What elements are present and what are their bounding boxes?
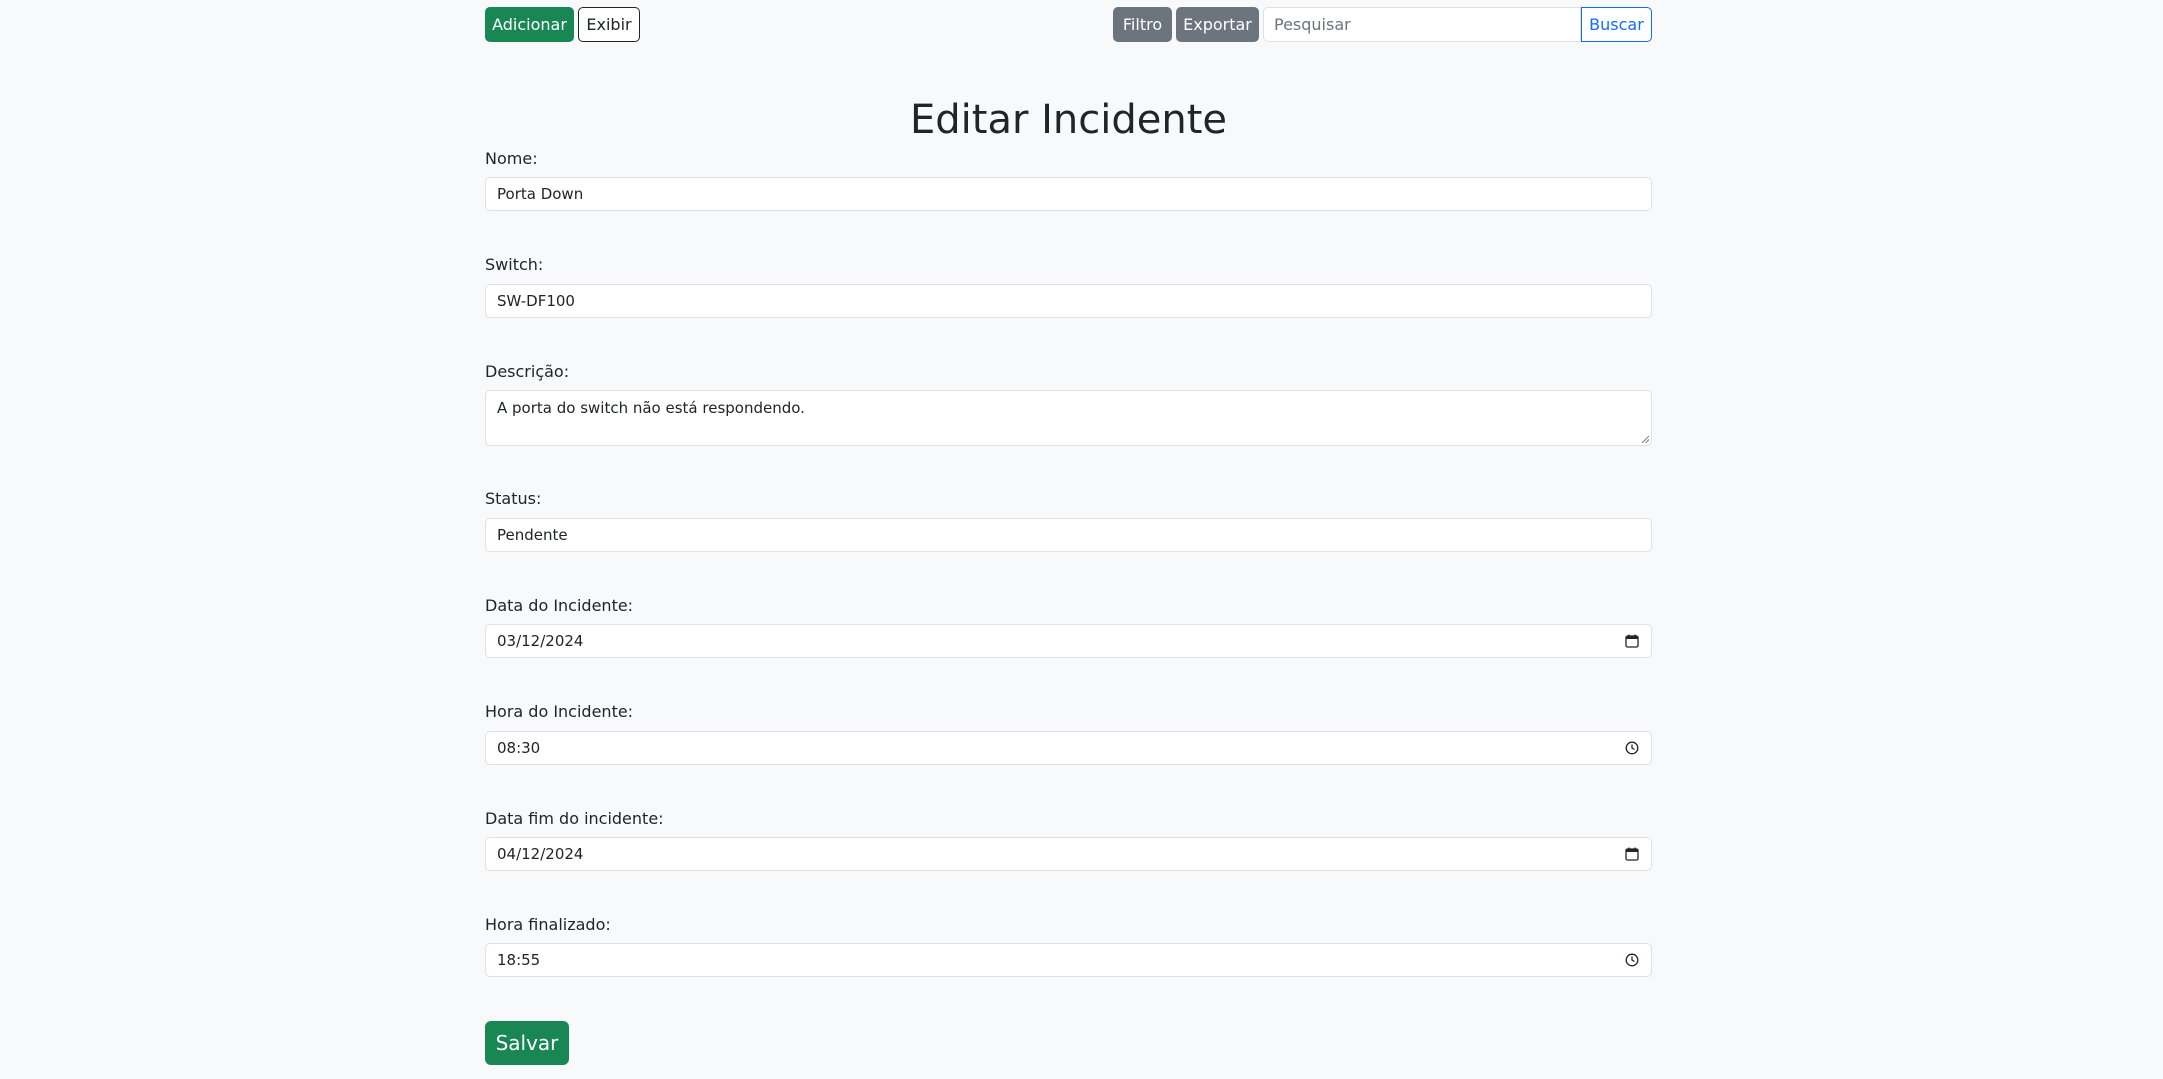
hora-finalizado-value: 18:55 xyxy=(497,951,541,969)
add-button[interactable]: Adicionar xyxy=(485,7,574,42)
resize-handle-icon[interactable] xyxy=(1641,435,1649,443)
top-toolbar: Adicionar Exibir Filtro Exportar Buscar xyxy=(485,0,1652,50)
calendar-icon[interactable] xyxy=(1625,634,1639,648)
show-button[interactable]: Exibir xyxy=(578,7,640,42)
page-title: Editar Incidente xyxy=(909,97,1228,143)
hora-incidente-input[interactable]: 08:30 xyxy=(485,731,1652,765)
descricao-textarea[interactable]: A porta do switch não está respondendo. xyxy=(485,390,1652,446)
hora-incidente-value: 08:30 xyxy=(497,739,541,757)
data-fim-value: 04/12/2024 xyxy=(497,845,584,863)
clock-icon[interactable] xyxy=(1625,953,1639,967)
data-fim-label: Data fim do incidente: xyxy=(485,809,664,828)
clock-icon[interactable] xyxy=(1625,741,1639,755)
filter-button[interactable]: Filtro xyxy=(1113,7,1172,42)
status-field[interactable]: Pendente xyxy=(485,518,1652,552)
descricao-label: Descrição: xyxy=(485,362,570,381)
descricao-value: A porta do switch não está respondendo. xyxy=(497,399,805,417)
nome-label: Nome: xyxy=(485,149,538,168)
nome-value: Porta Down xyxy=(497,185,584,203)
search-button[interactable]: Buscar xyxy=(1581,7,1652,42)
calendar-icon[interactable] xyxy=(1625,847,1639,861)
status-value: Pendente xyxy=(497,526,568,544)
switch-label: Switch: xyxy=(485,255,544,274)
main-container: Adicionar Exibir Filtro Exportar Buscar … xyxy=(485,0,1652,1065)
save-button[interactable]: Salvar xyxy=(485,1021,569,1065)
status-label: Status: xyxy=(485,489,542,508)
search-input[interactable] xyxy=(1263,7,1581,42)
hora-finalizado-input[interactable]: 18:55 xyxy=(485,943,1652,977)
data-incidente-input[interactable]: 03/12/2024 xyxy=(485,624,1652,658)
nome-field[interactable]: Porta Down xyxy=(485,177,1652,211)
data-fim-input[interactable]: 04/12/2024 xyxy=(485,837,1652,871)
hora-incidente-label: Hora do Incidente: xyxy=(485,702,634,721)
data-incidente-label: Data do Incidente: xyxy=(485,596,634,615)
switch-field[interactable]: SW-DF100 xyxy=(485,284,1652,318)
switch-value: SW-DF100 xyxy=(497,292,575,310)
data-incidente-value: 03/12/2024 xyxy=(497,632,584,650)
hora-finalizado-label: Hora finalizado: xyxy=(485,915,611,934)
export-button[interactable]: Exportar xyxy=(1176,7,1259,42)
